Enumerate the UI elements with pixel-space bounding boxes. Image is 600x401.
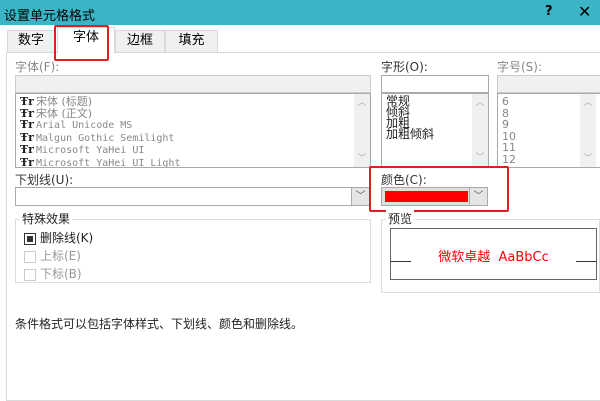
effects-title: 特殊效果 [20,210,73,227]
subscript-checkbox[interactable]: 下标(B) [24,265,82,282]
superscript-checkbox[interactable]: 上标(E) [24,247,81,264]
window-title: 设置单元格格式 [4,9,96,24]
tab-number[interactable]: 数字 [7,30,55,52]
list-item[interactable]: Ŧr Arial Unicode MS [20,119,366,132]
truetype-icon: Ŧr [20,155,34,168]
checkbox-icon[interactable] [24,250,36,263]
font-list[interactable]: Ŧr 宋体 (标题) Ŧr 宋体 (正文) Ŧr Arial Unicode MS Ŧ… [15,93,371,168]
checkbox-icon[interactable] [24,268,36,281]
checkbox-checked-icon[interactable] [24,232,36,245]
note-text: 条件格式可以包括字体样式、下划线、颜色和删除线。 [15,317,304,331]
list-item[interactable]: Ŧr Microsoft YaHei UI Light [20,155,366,168]
size-list[interactable]: 6 8 9 10 11 12 ︿ ﹀ [497,93,600,168]
font-label: 字体(F): [15,60,60,74]
scrollbar[interactable]: ︿ ﹀ [580,94,596,167]
font-input[interactable] [15,75,371,93]
size-input[interactable] [497,75,600,93]
tab-fill[interactable]: 填充 [165,30,218,52]
size-label: 字号(S): [497,60,543,74]
list-item[interactable]: Ŧr 宋体 (正文) [20,107,366,120]
preview-sample: 微软卓越 AaBbCc [438,250,549,265]
highlight-box [54,25,109,61]
scrollbar[interactable]: ︿ ﹀ [354,94,370,167]
list-item[interactable]: Ŧr Microsoft YaHei UI [20,144,366,157]
style-label: 字形(O): [381,60,428,74]
scrollbar[interactable]: ︿ ﹀ [472,94,488,167]
truetype-icon: Ŧr [20,130,34,144]
style-input[interactable] [381,75,489,93]
list-item[interactable]: 加粗倾斜 [386,128,484,140]
truetype-icon: Ŧr [20,118,34,131]
underline-label: 下划线(U): [15,173,74,187]
list-item[interactable]: Ŧr Malgun Gothic Semilight [20,130,366,145]
help-button[interactable]: ? [545,4,553,19]
strikethrough-checkbox[interactable]: 删除线(K) [24,229,93,246]
style-list[interactable]: 常规 倾斜 加粗 加粗倾斜 ︿ ﹀ [381,93,489,168]
chevron-down-icon[interactable]: ﹀ [351,188,369,205]
truetype-icon: Ŧr [20,143,34,156]
preview-box: 微软卓越 AaBbCc [390,228,597,280]
title-bar: 设置单元格格式 ? ✕ [0,0,600,25]
highlight-box [369,166,509,212]
preview-title: 预览 [386,210,415,227]
close-button[interactable]: ✕ [578,2,591,21]
underline-select[interactable]: ﹀ [15,187,370,206]
tab-border[interactable]: 边框 [115,30,165,52]
